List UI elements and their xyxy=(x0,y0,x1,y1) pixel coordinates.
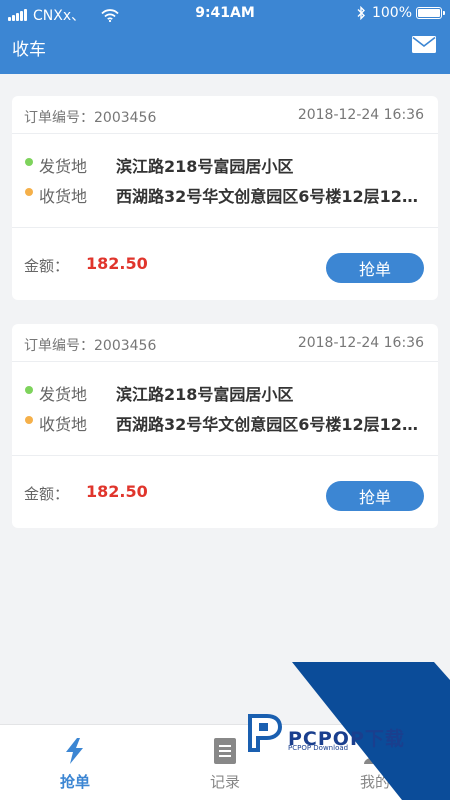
order-number-value: 2003456 xyxy=(94,338,157,354)
dropoff-row: 收货地 西湖路32号华文创意园区6号楼12层1201室 xyxy=(12,406,438,436)
pickup-row: 发货地 滨江路218号富园居小区 xyxy=(12,148,438,178)
order-number-label: 订单编号： xyxy=(24,110,94,126)
list-icon xyxy=(214,738,236,764)
battery-percent: 100% xyxy=(371,5,412,21)
order-header: 订单编号：2003456 2018-12-24 16:36 xyxy=(12,96,438,134)
amount-label: 金额： xyxy=(24,257,70,275)
order-number: 订单编号：2003456 xyxy=(24,107,156,127)
dropoff-dot-icon xyxy=(25,416,33,424)
order-number: 订单编号：2003456 xyxy=(24,335,156,355)
pickup-label: 发货地 xyxy=(39,385,88,404)
address-area: 发货地 滨江路218号富园居小区 收货地 西湖路32号华文创意园区6号楼12层1… xyxy=(12,134,438,228)
status-bar: CNXx、 9:41AM 100% xyxy=(0,0,450,26)
order-datetime: 2018-12-24 16:36 xyxy=(297,107,424,123)
pickup-address: 滨江路218号富园居小区 xyxy=(116,157,294,176)
watermark-subtitle: PCPOP Download xyxy=(288,744,349,752)
bluetooth-icon xyxy=(357,6,365,20)
pickup-label: 发货地 xyxy=(39,157,88,176)
tab-grab-orders[interactable]: 抢单 xyxy=(0,725,150,800)
order-footer: 金额： 182.50 抢单 xyxy=(12,228,438,300)
status-right: 100% xyxy=(356,5,445,21)
grab-order-button[interactable]: 抢单 xyxy=(326,481,424,511)
address-area: 发货地 滨江路218号富园居小区 收货地 西湖路32号华文创意园区6号楼12层1… xyxy=(12,362,438,456)
pickup-address: 滨江路218号富园居小区 xyxy=(116,385,294,404)
amount-label: 金额： xyxy=(24,485,70,503)
order-number-value: 2003456 xyxy=(94,110,157,126)
pcpop-logo-icon xyxy=(248,714,283,752)
dropoff-label: 收货地 xyxy=(39,415,88,434)
grab-order-button[interactable]: 抢单 xyxy=(326,253,424,283)
lightning-icon xyxy=(66,738,83,764)
pickup-dot-icon xyxy=(25,158,33,166)
page-title: 收车 xyxy=(12,40,46,60)
order-header: 订单编号：2003456 2018-12-24 16:36 xyxy=(12,324,438,362)
order-datetime: 2018-12-24 16:36 xyxy=(297,335,424,351)
tab-label: 记录 xyxy=(209,773,240,791)
tab-label: 我的 xyxy=(359,773,390,791)
order-footer: 金额： 182.50 抢单 xyxy=(12,456,438,528)
amount-value: 182.50 xyxy=(86,254,148,273)
battery-icon xyxy=(416,7,445,19)
dropoff-dot-icon xyxy=(25,188,33,196)
dropoff-address: 西湖路32号华文创意园区6号楼12层1201室 xyxy=(116,415,428,434)
order-number-label: 订单编号： xyxy=(24,338,94,354)
header: CNXx、 9:41AM 100% 收车 xyxy=(0,0,450,74)
tab-label: 抢单 xyxy=(59,773,90,791)
pickup-row: 发货地 滨江路218号富园居小区 xyxy=(12,376,438,406)
dropoff-label: 收货地 xyxy=(39,187,88,206)
battery-fill xyxy=(418,9,440,17)
mail-icon[interactable] xyxy=(412,36,436,53)
order-card: 订单编号：2003456 2018-12-24 16:36 发货地 滨江路218… xyxy=(12,324,438,528)
dropoff-address: 西湖路32号华文创意园区6号楼12层1201室 xyxy=(116,187,428,206)
order-card: 订单编号：2003456 2018-12-24 16:36 发货地 滨江路218… xyxy=(12,96,438,300)
pickup-dot-icon xyxy=(25,386,33,394)
amount-value: 182.50 xyxy=(86,482,148,501)
dropoff-row: 收货地 西湖路32号华文创意园区6号楼12层1201室 xyxy=(12,178,438,208)
